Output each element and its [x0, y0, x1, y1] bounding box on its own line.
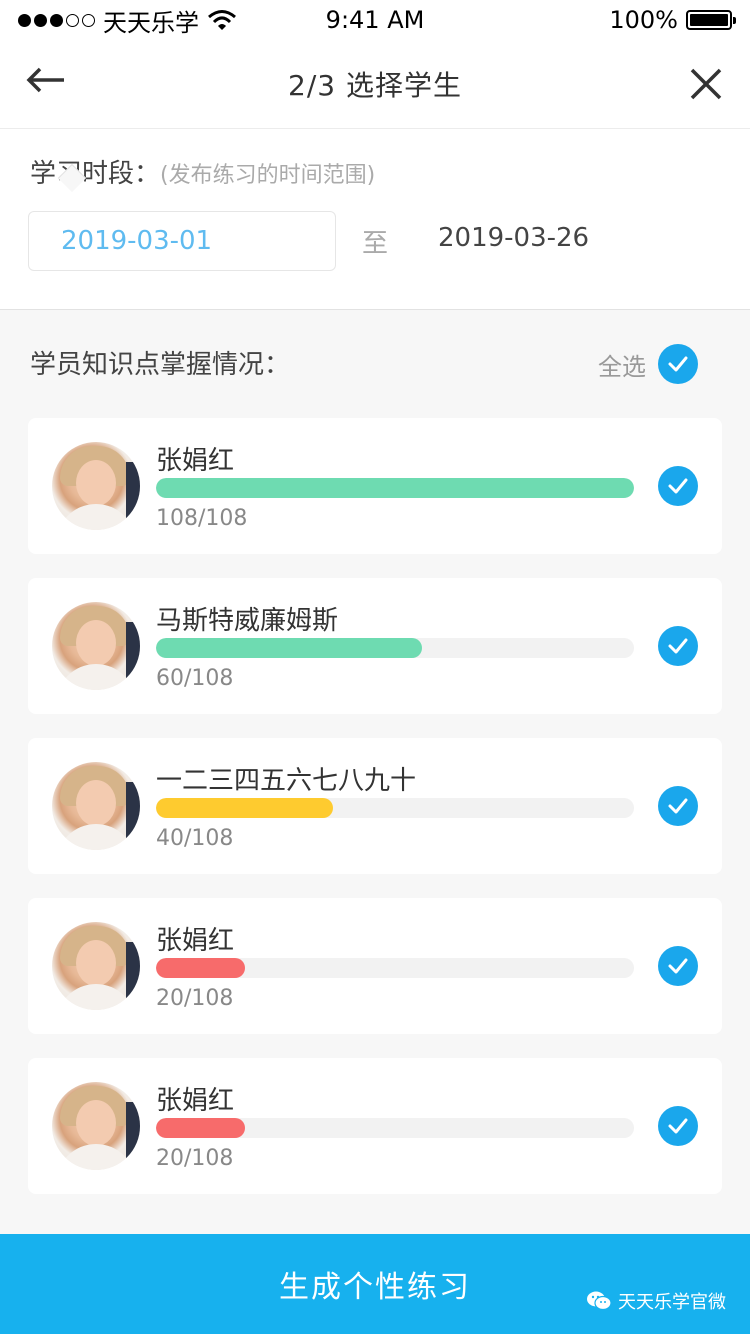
status-left: 天天乐学 [18, 3, 318, 38]
status-right: 100% [432, 6, 736, 34]
student-card[interactable]: 张娟红 108/108 [28, 418, 722, 554]
students-section-label: 学员知识点掌握情况： [30, 350, 291, 380]
progress-bar [156, 958, 634, 978]
check-circle-icon[interactable] [658, 466, 698, 506]
page-title: 2/3 选择学生 [288, 69, 462, 102]
check-circle-icon[interactable] [658, 344, 698, 384]
student-name: 张娟红 [156, 926, 235, 956]
progress-bar [156, 1118, 634, 1138]
avatar [52, 762, 140, 850]
student-card[interactable]: 张娟红 20/108 [28, 1058, 722, 1194]
study-period-hint: (发布练习的时间范围) [160, 163, 376, 188]
progress-bar [156, 798, 634, 818]
progress-fill [156, 478, 634, 498]
end-date-field[interactable]: 2019-03-26 [438, 223, 589, 253]
wechat-icon [587, 1291, 612, 1311]
student-card[interactable]: 马斯特威廉姆斯 60/108 [28, 578, 722, 714]
start-date-field[interactable]: 2019-03-01 [28, 211, 336, 271]
nav-bar: 2/3 选择学生 [0, 40, 750, 128]
student-name: 马斯特威廉姆斯 [156, 606, 339, 636]
progress-fill [156, 638, 422, 658]
student-name: 张娟红 [156, 1086, 235, 1116]
wifi-icon [208, 10, 236, 30]
student-card[interactable]: 一二三四五六七八九十 40/108 [28, 738, 722, 874]
progress-text: 20/108 [156, 986, 234, 1011]
carrier-name: 天天乐学 [103, 8, 199, 37]
student-card[interactable]: 张娟红 20/108 [28, 898, 722, 1034]
back-arrow-icon[interactable] [26, 64, 66, 104]
status-time: 9:41 AM [325, 6, 425, 34]
progress-fill [156, 798, 334, 818]
watermark-text: 天天乐学官微 [618, 1292, 726, 1313]
status-bar: 天天乐学 9:41 AM 100% [0, 0, 750, 40]
avatar [52, 442, 140, 530]
signal-icon [18, 13, 95, 27]
close-icon[interactable] [686, 64, 726, 104]
select-all-label: 全选 [598, 352, 646, 381]
battery-percent: 100% [609, 6, 678, 34]
progress-text: 60/108 [156, 666, 234, 691]
progress-text: 40/108 [156, 826, 234, 851]
study-period-label: 学习时段：(发布练习的时间范围) [30, 153, 375, 190]
study-period-title: 学习时段： [30, 159, 161, 189]
generate-practice-button[interactable]: 生成个性练习 [0, 1234, 750, 1334]
select-all-button[interactable]: 全选 [598, 344, 698, 384]
progress-bar [156, 638, 634, 658]
check-circle-icon[interactable] [658, 786, 698, 826]
avatar [52, 922, 140, 1010]
date-separator: 至 [362, 229, 389, 259]
avatar [52, 1082, 140, 1170]
student-name: 一二三四五六七八九十 [156, 766, 417, 796]
progress-text: 20/108 [156, 1146, 234, 1171]
progress-fill [156, 1118, 245, 1138]
progress-bar [156, 478, 634, 498]
battery-icon [686, 10, 736, 30]
check-circle-icon[interactable] [658, 626, 698, 666]
study-period-section: 学习时段：(发布练习的时间范围) 2019-03-01 至 2019-03-26 [0, 128, 750, 310]
check-circle-icon[interactable] [658, 1106, 698, 1146]
progress-text: 108/108 [156, 506, 248, 531]
progress-fill [156, 958, 245, 978]
avatar [52, 602, 140, 690]
watermark: 天天乐学官微 [586, 1288, 726, 1314]
student-name: 张娟红 [156, 446, 235, 476]
check-circle-icon[interactable] [658, 946, 698, 986]
